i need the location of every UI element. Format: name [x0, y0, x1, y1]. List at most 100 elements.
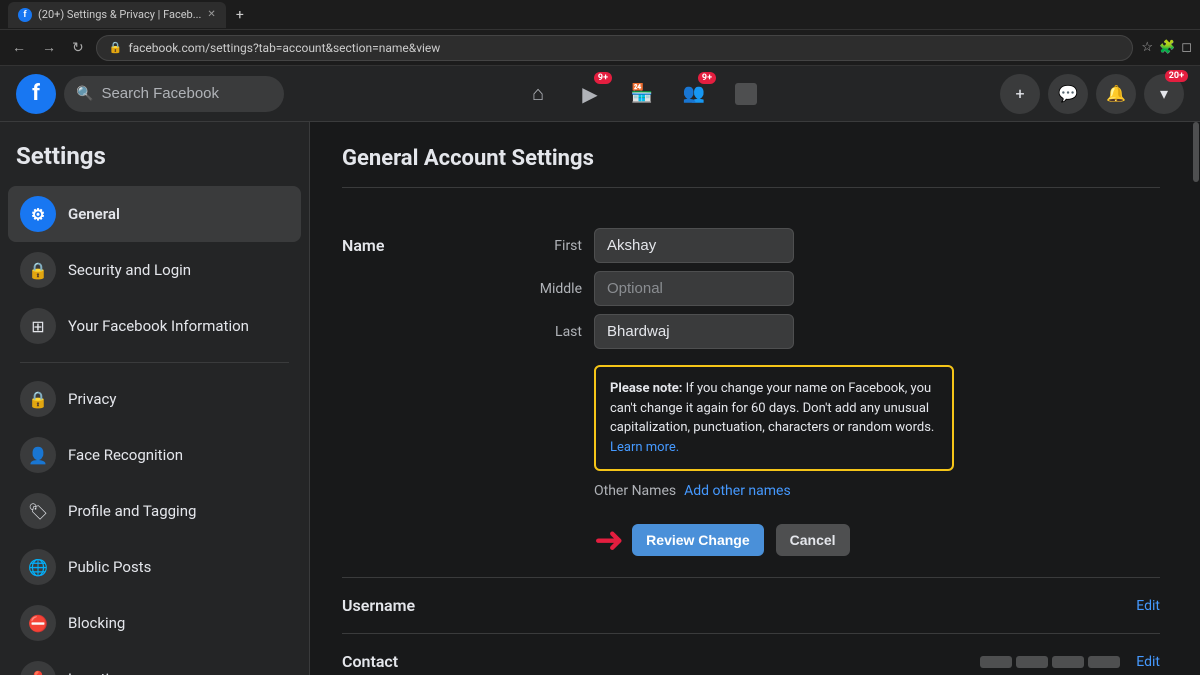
cancel-button[interactable]: Cancel [776, 524, 850, 556]
nav-groups-btn[interactable]: 👥 9+ [670, 70, 718, 118]
profile-tagging-icon: 🏷 [20, 493, 56, 529]
bell-icon: 🔔 [1106, 84, 1126, 103]
name-fields: First Middle Last Please note: I [522, 228, 1160, 561]
sidebar-item-security[interactable]: 🔒 Security and Login [8, 242, 301, 298]
review-change-button[interactable]: Review Change [632, 524, 763, 556]
fb-header: f 🔍 ⌂ ▶ 9+ 🏪 👥 9+ + 💬 🔔 [0, 66, 1200, 122]
middle-label: Middle [522, 281, 582, 297]
notifications-btn[interactable]: 🔔 [1096, 74, 1136, 114]
name-label: Name [342, 228, 522, 255]
note-bold-text: Please note: [610, 381, 682, 396]
messenger-icon: 💬 [1058, 84, 1078, 103]
watch-badge: 9+ [594, 72, 612, 84]
middle-name-input[interactable] [594, 271, 794, 306]
new-tab-btn[interactable]: + [236, 7, 244, 23]
profile-icon[interactable]: ◻ [1181, 40, 1192, 55]
name-section: Name First Middle Last [342, 212, 1160, 675]
sidebar-item-fb-info[interactable]: ⊞ Your Facebook Information [8, 298, 301, 354]
location-icon: 📍 [20, 661, 56, 675]
sidebar: Settings ⚙ General 🔒 Security and Login … [0, 122, 310, 675]
search-input[interactable] [101, 85, 261, 102]
sidebar-item-location[interactable]: 📍 Location [8, 651, 301, 675]
url-text: facebook.com/settings?tab=account&sectio… [128, 41, 440, 55]
nav-watch-btn[interactable]: ▶ 9+ [566, 70, 614, 118]
first-label: First [522, 238, 582, 254]
sidebar-label-face-recognition: Face Recognition [68, 446, 183, 464]
fb-info-icon: ⊞ [20, 308, 56, 344]
reload-btn[interactable]: ↻ [68, 38, 88, 58]
add-other-names-link[interactable]: Add other names [684, 483, 791, 499]
dot-3 [1052, 656, 1084, 668]
public-posts-icon: 🌐 [20, 549, 56, 585]
sidebar-label-fb-info: Your Facebook Information [68, 317, 249, 335]
first-name-row: First [522, 228, 1160, 263]
address-bar: ← → ↻ 🔒 facebook.com/settings?tab=accoun… [0, 30, 1200, 66]
main-layout: Settings ⚙ General 🔒 Security and Login … [0, 122, 1200, 675]
browser-chrome: f (20+) Settings & Privacy | Faceb... ✕ … [0, 0, 1200, 30]
sidebar-label-privacy: Privacy [68, 390, 116, 408]
sidebar-item-face-recognition[interactable]: 👤 Face Recognition [8, 427, 301, 483]
sidebar-divider-1 [20, 362, 289, 363]
contact-right: Edit [980, 654, 1160, 670]
username-edit-link[interactable]: Edit [1136, 598, 1160, 614]
forward-btn[interactable]: → [38, 37, 60, 58]
sidebar-item-privacy[interactable]: 🔒 Privacy [8, 371, 301, 427]
groups-badge: 9+ [698, 72, 716, 84]
watch-icon: ▶ [582, 82, 597, 106]
last-name-input[interactable] [594, 314, 794, 349]
fb-logo[interactable]: f [16, 74, 56, 114]
username-row: Username Edit [342, 578, 1160, 634]
header-actions: + 💬 🔔 ▾ 20+ [1000, 74, 1184, 114]
first-name-input[interactable] [594, 228, 794, 263]
back-btn[interactable]: ← [8, 37, 30, 58]
dot-2 [1016, 656, 1048, 668]
tab-close-btn[interactable]: ✕ [207, 9, 215, 20]
contact-dots [980, 656, 1120, 668]
tab-label: (20+) Settings & Privacy | Faceb... [38, 8, 201, 21]
marketplace-icon: 🏪 [631, 83, 653, 104]
extensions-icon[interactable]: 🧩 [1159, 40, 1175, 55]
lock-icon: 🔒 [109, 41, 123, 54]
sidebar-item-general[interactable]: ⚙ General [8, 186, 301, 242]
other-names-label: Other Names [594, 483, 676, 499]
header-nav: ⌂ ▶ 9+ 🏪 👥 9+ [292, 70, 992, 118]
account-menu-btn[interactable]: ▾ 20+ [1144, 74, 1184, 114]
sidebar-item-profile-tagging[interactable]: 🏷 Profile and Tagging [8, 483, 301, 539]
blocking-icon: ⛔ [20, 605, 56, 641]
nav-marketplace-btn[interactable]: 🏪 [618, 70, 666, 118]
face-recognition-icon: 👤 [20, 437, 56, 473]
sidebar-title: Settings [8, 138, 301, 186]
dot-1 [980, 656, 1012, 668]
name-row: Name First Middle Last [342, 212, 1160, 578]
browser-tab[interactable]: f (20+) Settings & Privacy | Faceb... ✕ [8, 2, 226, 28]
learn-more-link[interactable]: Learn more. [610, 440, 679, 455]
last-name-row: Last [522, 314, 1160, 349]
contact-label: Contact [342, 652, 398, 671]
url-bar[interactable]: 🔒 facebook.com/settings?tab=account&sect… [96, 35, 1134, 61]
gaming-icon [735, 83, 757, 105]
last-label: Last [522, 324, 582, 340]
nav-gaming-btn[interactable] [722, 70, 770, 118]
account-badge: 20+ [1165, 70, 1188, 82]
messenger-btn[interactable]: 💬 [1048, 74, 1088, 114]
address-actions: ☆ 🧩 ◻ [1141, 40, 1192, 55]
create-btn[interactable]: + [1000, 74, 1040, 114]
privacy-icon: 🔒 [20, 381, 56, 417]
sidebar-item-blocking[interactable]: ⛔ Blocking [8, 595, 301, 651]
fb-search-box[interactable]: 🔍 [64, 76, 284, 112]
content-area: General Account Settings Name First Midd… [310, 122, 1192, 675]
nav-home-btn[interactable]: ⌂ [514, 70, 562, 118]
chevron-down-icon: ▾ [1160, 84, 1168, 103]
sidebar-label-security: Security and Login [68, 261, 191, 279]
page-title: General Account Settings [342, 146, 1160, 188]
dot-4 [1088, 656, 1120, 668]
contact-edit-link[interactable]: Edit [1136, 654, 1160, 670]
red-arrow-annotation: ➜ [594, 519, 624, 561]
sidebar-item-public-posts[interactable]: 🌐 Public Posts [8, 539, 301, 595]
search-icon: 🔍 [76, 86, 93, 102]
general-icon: ⚙ [20, 196, 56, 232]
bookmark-icon[interactable]: ☆ [1141, 40, 1153, 55]
plus-icon: + [1015, 84, 1024, 103]
scrollbar[interactable] [1192, 122, 1200, 675]
name-change-note: Please note: If you change your name on … [594, 365, 954, 471]
